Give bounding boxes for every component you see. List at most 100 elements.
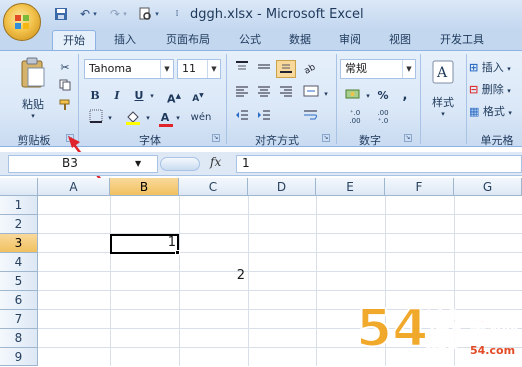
column-header[interactable]: C xyxy=(179,178,248,196)
format-cells-label: 格式 xyxy=(482,105,505,118)
chevron-down-icon: ▾ xyxy=(507,87,511,95)
customize-icon[interactable]: ⁞ xyxy=(168,5,186,23)
row-header[interactable]: 4 xyxy=(0,253,38,272)
chevron-down-icon: ▼ xyxy=(402,60,415,78)
paste-button[interactable]: 粘贴 ▾ xyxy=(14,56,52,120)
select-all-corner[interactable] xyxy=(0,178,38,196)
row-header[interactable]: 8 xyxy=(0,329,38,348)
copy-icon[interactable] xyxy=(56,78,74,96)
column-header[interactable]: F xyxy=(385,178,454,196)
column-header-selected[interactable]: B xyxy=(110,178,179,196)
row-header[interactable]: 1 xyxy=(0,196,38,215)
number-launcher-icon[interactable]: ↘ xyxy=(404,134,412,142)
formula-input[interactable] xyxy=(236,155,522,173)
row-header-selected[interactable]: 3 xyxy=(0,234,38,253)
increase-indent-icon[interactable] xyxy=(254,108,274,126)
delete-cells-button[interactable]: ⊟ 删除 ▾ xyxy=(468,80,522,98)
tab-view[interactable]: 视图 xyxy=(380,30,420,50)
fill-color-dropdown-icon[interactable]: ▾ xyxy=(144,108,152,126)
gridline xyxy=(110,196,111,366)
format-painter-icon[interactable] xyxy=(56,98,74,116)
row-header[interactable]: 6 xyxy=(0,291,38,310)
align-center-icon[interactable] xyxy=(254,84,274,102)
insert-function-icon[interactable]: fx xyxy=(210,155,221,169)
alignment-launcher-icon[interactable]: ↘ xyxy=(322,134,330,142)
underline-dropdown-icon[interactable]: ▾ xyxy=(148,86,156,104)
decrease-indent-icon[interactable] xyxy=(232,108,252,126)
styles-button[interactable]: A 样式 ▾ xyxy=(424,56,462,120)
borders-dropdown-icon[interactable]: ▾ xyxy=(106,108,114,126)
save-icon[interactable] xyxy=(52,5,70,23)
gridline xyxy=(38,271,522,272)
bold-icon[interactable]: B xyxy=(86,86,104,104)
percent-icon[interactable]: % xyxy=(374,86,392,104)
italic-icon[interactable]: I xyxy=(108,86,126,104)
orientation-icon[interactable]: ab xyxy=(300,60,322,78)
paste-dropdown-icon: ▾ xyxy=(31,112,35,120)
align-top-icon[interactable] xyxy=(232,60,252,78)
font-launcher-icon[interactable]: ↘ xyxy=(212,134,220,142)
tab-review[interactable]: 审阅 xyxy=(330,30,370,50)
font-size-combo[interactable]: 11 ▼ xyxy=(177,59,221,79)
redo-dropdown-icon[interactable]: ▾ xyxy=(120,5,130,23)
shrink-font-icon[interactable]: A▼ xyxy=(188,86,208,104)
formula-bar-resize-handle[interactable] xyxy=(160,157,200,171)
number-group-label: 数字 xyxy=(359,134,381,147)
formula-value: 1 xyxy=(242,156,250,170)
column-header[interactable]: D xyxy=(248,178,316,196)
tab-home[interactable]: 开始 xyxy=(52,30,96,50)
chevron-down-icon: ▼ xyxy=(207,60,220,78)
column-header[interactable]: G xyxy=(454,178,522,196)
row-header[interactable]: 5 xyxy=(0,272,38,291)
tab-data[interactable]: 数据 xyxy=(280,30,320,50)
insert-cells-button[interactable]: ⊞ 插入 ▾ xyxy=(468,58,522,76)
cell-c5[interactable]: 2 xyxy=(179,268,245,283)
align-left-icon[interactable] xyxy=(232,84,252,102)
name-box[interactable]: ▼ xyxy=(8,155,158,173)
align-bottom-icon[interactable] xyxy=(276,60,296,78)
undo-dropdown-icon[interactable]: ▾ xyxy=(90,5,100,23)
underline-icon[interactable]: U xyxy=(130,86,148,104)
borders-icon[interactable] xyxy=(86,108,106,126)
row-header[interactable]: 2 xyxy=(0,215,38,234)
font-color-icon[interactable]: A xyxy=(156,108,174,127)
cut-icon[interactable]: ✂ xyxy=(56,58,74,76)
format-cells-icon: ▦ xyxy=(469,105,480,118)
currency-dropdown-icon[interactable]: ▾ xyxy=(364,86,372,104)
comma-style-icon[interactable]: , xyxy=(396,86,414,104)
name-box-value: B3 xyxy=(62,156,78,170)
row-header[interactable]: 7 xyxy=(0,310,38,329)
styles-icon: A xyxy=(432,60,454,84)
phonetic-guide-icon[interactable]: wén xyxy=(188,108,214,126)
font-size-value: 11 xyxy=(182,62,196,75)
tab-page-layout[interactable]: 页面布局 xyxy=(155,30,221,50)
merge-center-icon[interactable] xyxy=(300,84,322,102)
office-button[interactable] xyxy=(3,3,41,41)
chevron-down-icon: ▼ xyxy=(160,60,173,78)
active-cell-border xyxy=(110,234,179,254)
column-header[interactable]: A xyxy=(38,178,110,196)
column-header[interactable]: E xyxy=(316,178,385,196)
paste-label: 粘贴 xyxy=(22,98,44,111)
row-header[interactable]: 9 xyxy=(0,348,38,366)
delete-cells-icon: ⊟ xyxy=(469,83,479,96)
quick-access-dropdown-icon[interactable]: ▾ xyxy=(152,5,162,23)
increase-decimal-icon[interactable]: ⁺.0.00 xyxy=(342,108,368,126)
tab-developer[interactable]: 开发工具 xyxy=(430,30,494,50)
wrap-text-icon[interactable] xyxy=(300,108,322,126)
font-color-dropdown-icon[interactable]: ▾ xyxy=(174,108,182,126)
format-cells-button[interactable]: ▦ 格式 ▾ xyxy=(468,102,522,120)
merge-dropdown-icon[interactable]: ▾ xyxy=(322,84,330,102)
align-middle-icon[interactable] xyxy=(254,60,274,78)
fill-color-icon[interactable] xyxy=(122,108,144,126)
currency-icon[interactable] xyxy=(342,86,364,104)
tab-formulas[interactable]: 公式 xyxy=(230,30,270,50)
tab-insert[interactable]: 插入 xyxy=(105,30,145,50)
fill-handle[interactable] xyxy=(175,250,180,255)
number-format-combo[interactable]: 常规 ▼ xyxy=(340,59,416,79)
name-box-dropdown-icon[interactable]: ▼ xyxy=(135,156,141,172)
decrease-decimal-icon[interactable]: .00 ⁺.0 xyxy=(370,108,396,126)
align-right-icon[interactable] xyxy=(276,84,296,102)
grow-font-icon[interactable]: A▲ xyxy=(164,86,184,106)
font-name-combo[interactable]: Tahoma ▼ xyxy=(84,59,174,79)
